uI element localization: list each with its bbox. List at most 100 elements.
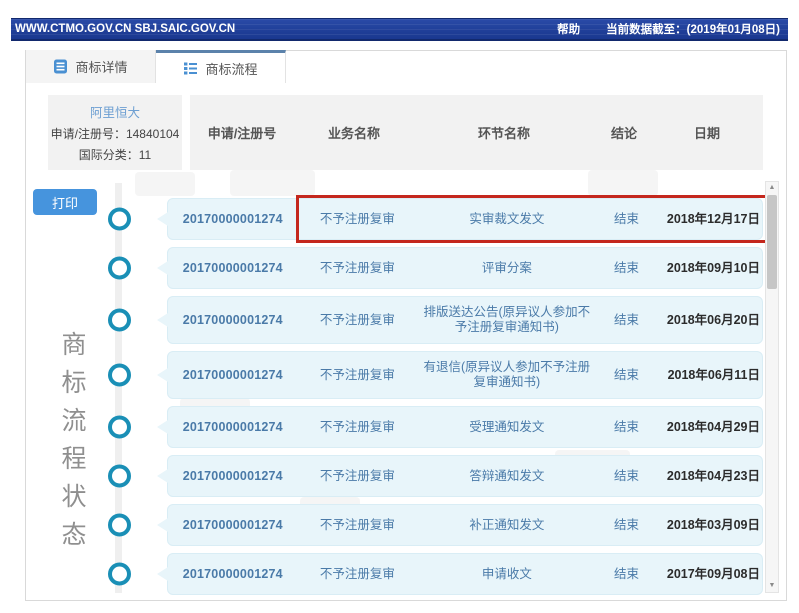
cell-stage-name: 评审分案 <box>481 260 532 275</box>
timeline-node-icon <box>108 308 131 332</box>
cell-conclusion: 结束 <box>613 367 639 382</box>
cell-date: 2018年06月11日 <box>667 367 760 382</box>
timeline-node-icon <box>108 256 131 280</box>
data-as-of-label: 当前数据截至：(2019年01月08日) <box>606 24 780 36</box>
vertical-label-char: 标 <box>61 369 87 397</box>
row-pointer-tail <box>157 261 168 275</box>
cell-registration-number: 20170000001274 <box>182 367 283 382</box>
timeline-node-icon <box>108 207 131 231</box>
cell-business-name: 不予注册复审 <box>319 312 395 327</box>
vertical-label-char: 流 <box>61 407 87 435</box>
cell-conclusion: 结束 <box>613 468 639 483</box>
print-button[interactable]: 打印 <box>33 189 97 215</box>
column-header: 申请/注册号 <box>207 126 277 141</box>
cell-date: 2018年04月29日 <box>666 419 760 434</box>
cell-stage-name: 有退信(原异议人参加不予注册复审通知书) <box>423 360 591 389</box>
document-icon <box>53 59 68 74</box>
scroll-down-button[interactable]: ▼ <box>766 581 778 591</box>
row-pointer-tail <box>157 212 168 226</box>
background-watermark <box>135 172 195 196</box>
row-pointer-tail <box>157 567 168 581</box>
table-row: 20170000001274 不予注册复审 有退信(原异议人参加不予注册复审通知… <box>108 351 763 399</box>
cell-date: 2017年09月08日 <box>666 566 760 581</box>
cell-registration-number: 20170000001274 <box>182 566 283 581</box>
cell-stage-name: 实审裁文发文 <box>469 211 545 226</box>
cell-date: 2018年12月17日 <box>666 211 760 226</box>
cell-registration-number: 20170000001274 <box>182 211 283 226</box>
background-watermark <box>230 170 315 196</box>
timeline-node-icon <box>108 513 131 537</box>
column-header: 结论 <box>610 126 637 141</box>
trademark-info: 阿里恒大 申请/注册号：14840104 国际分类：11 <box>48 95 182 170</box>
table-row: 20170000001274 不予注册复审 答辩通知发文 结束 2018年04月… <box>108 455 763 497</box>
cell-business-name: 不予注册复审 <box>319 211 395 226</box>
vertical-label-char: 程 <box>61 445 87 473</box>
table-row: 20170000001274 不予注册复审 实审裁文发文 结束 2018年12月… <box>108 195 770 243</box>
cell-stage-name: 受理通知发文 <box>469 419 545 434</box>
table-row: 20170000001274 不予注册复审 补正通知发文 结束 2018年03月… <box>108 504 763 546</box>
vertical-label-char: 商 <box>61 331 87 359</box>
row-pointer-tail <box>157 313 168 327</box>
table-header-row: 申请/注册号 业务名称 环节名称 结论 日期 <box>190 95 763 170</box>
table-row: 20170000001274 不予注册复审 评审分案 结束 2018年09月10… <box>108 247 763 289</box>
international-class: 国际分类：11 <box>78 148 152 162</box>
cell-conclusion: 结束 <box>613 566 639 581</box>
table-row: 20170000001274 不予注册复审 申请收文 结束 2017年09月08… <box>108 553 763 595</box>
row-pointer-tail <box>157 469 168 483</box>
tab-label: 商标详情 <box>75 60 128 75</box>
tab-label: 商标流程 <box>205 61 258 77</box>
tab-trademark-process[interactable]: 商标流程 <box>156 50 286 83</box>
column-header: 日期 <box>693 126 720 141</box>
vertical-label-char: 状 <box>61 483 87 511</box>
cell-conclusion: 结束 <box>613 312 639 327</box>
row-pointer-tail <box>157 420 168 434</box>
cell-stage-name: 排版送达公告(原异议人参加不予注册复审通知书) <box>423 305 591 334</box>
timeline-node-icon <box>108 415 131 439</box>
cell-stage-name: 补正通知发文 <box>469 517 545 532</box>
scroll-up-button[interactable]: ▲ <box>766 183 778 193</box>
column-header: 环节名称 <box>477 126 530 141</box>
cell-conclusion: 结束 <box>613 211 639 226</box>
timeline-node-icon <box>108 363 131 387</box>
process-row-list: 20170000001274 不予注册复审 实审裁文发文 结束 2018年12月… <box>108 195 770 595</box>
site-address: WWW.CTMO.GOV.CN SBJ.SAIC.GOV.CN <box>15 23 236 35</box>
cell-stage-name: 申请收文 <box>481 566 532 581</box>
cell-registration-number: 20170000001274 <box>182 260 283 275</box>
row-pointer-tail <box>157 368 168 382</box>
cell-date: 2018年03月09日 <box>666 517 760 532</box>
scrollbar[interactable]: ▲ ▼ <box>765 181 779 593</box>
cell-stage-name: 答辩通知发文 <box>469 468 545 483</box>
cell-date: 2018年04月23日 <box>666 468 760 483</box>
cell-registration-number: 20170000001274 <box>182 419 283 434</box>
timeline-node-icon <box>108 464 131 488</box>
process-status-vertical-label: 商标流程状态 <box>61 332 87 548</box>
registration-number: 申请/注册号：14840104 <box>50 127 180 141</box>
list-icon <box>183 61 198 76</box>
column-header: 业务名称 <box>327 126 380 141</box>
trademark-name: 阿里恒大 <box>89 106 140 120</box>
cell-business-name: 不予注册复审 <box>319 468 395 483</box>
cell-conclusion: 结束 <box>613 419 639 434</box>
scrollbar-thumb[interactable] <box>767 195 777 289</box>
cell-business-name: 不予注册复审 <box>319 517 395 532</box>
background-watermark <box>588 170 658 196</box>
cell-registration-number: 20170000001274 <box>182 468 283 483</box>
top-bar: WWW.CTMO.GOV.CN SBJ.SAIC.GOV.CN 帮助 当前数据截… <box>11 18 788 41</box>
trademark-process-page: WWW.CTMO.GOV.CN SBJ.SAIC.GOV.CN 帮助 当前数据截… <box>0 0 799 613</box>
help-link[interactable]: 帮助 <box>557 21 580 37</box>
tab-trademark-detail[interactable]: 商标详情 <box>26 50 156 83</box>
cell-business-name: 不予注册复审 <box>319 260 395 275</box>
cell-registration-number: 20170000001274 <box>182 312 283 327</box>
cell-business-name: 不予注册复审 <box>319 419 395 434</box>
table-row: 20170000001274 不予注册复审 受理通知发文 结束 2018年04月… <box>108 406 763 448</box>
row-pointer-tail <box>157 518 168 532</box>
cell-date: 2018年06月20日 <box>666 312 760 327</box>
cell-registration-number: 20170000001274 <box>182 517 283 532</box>
table-row: 20170000001274 不予注册复审 排版送达公告(原异议人参加不予注册复… <box>108 296 763 344</box>
cell-business-name: 不予注册复审 <box>319 566 395 581</box>
cell-date: 2018年09月10日 <box>666 260 760 275</box>
timeline-node-icon <box>108 562 131 586</box>
cell-conclusion: 结束 <box>613 260 639 275</box>
vertical-label-char: 态 <box>61 521 87 549</box>
cell-business-name: 不予注册复审 <box>319 367 395 382</box>
